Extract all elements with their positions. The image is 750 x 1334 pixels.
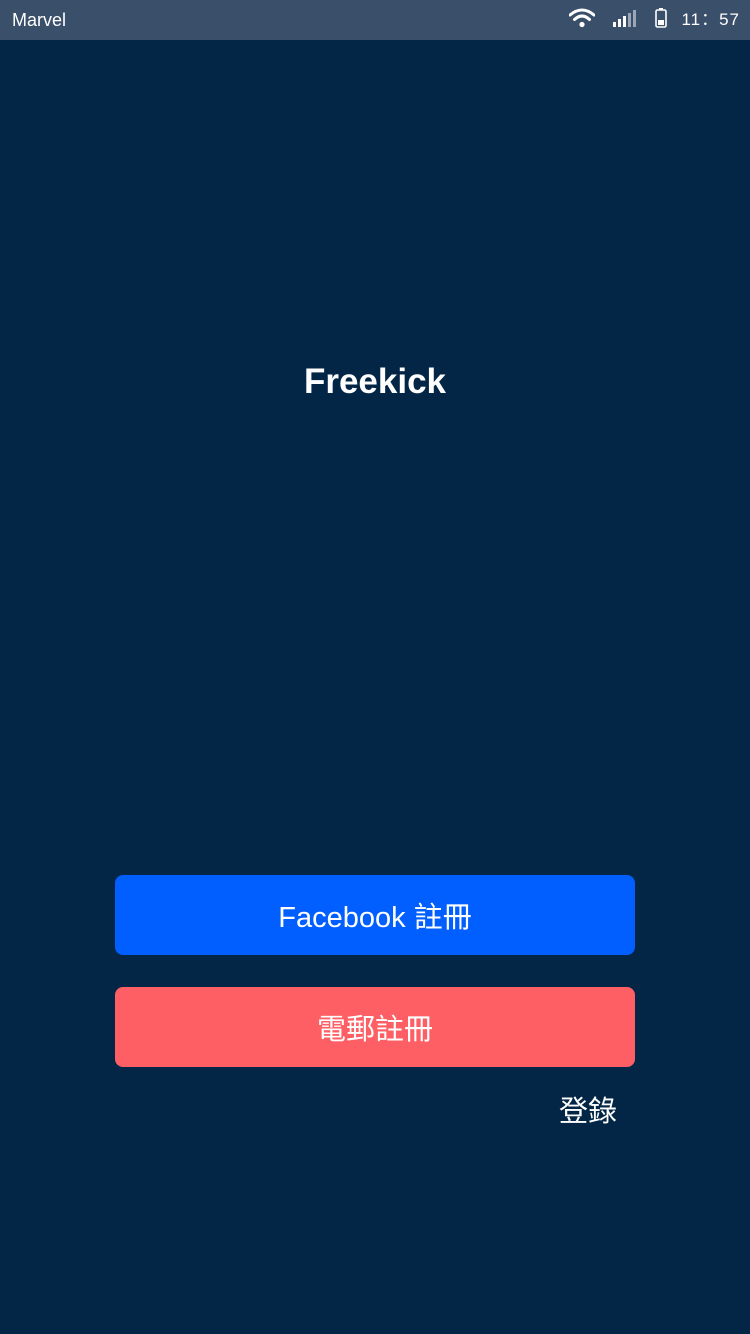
app-title: Freekick bbox=[303, 362, 447, 401]
signup-screen: Marvel 11：57 Freekick Facebook 註冊 電郵註冊 登… bbox=[0, 0, 750, 1334]
email-signup-label: 電郵註冊 bbox=[316, 1014, 433, 1046]
status-time: 11：57 bbox=[681, 10, 740, 29]
login-link[interactable]: 登錄 bbox=[540, 1092, 636, 1132]
wifi-icon bbox=[568, 8, 596, 33]
battery-icon bbox=[655, 7, 668, 33]
facebook-signup-button[interactable]: Facebook 註冊 bbox=[115, 875, 635, 955]
signal-icon bbox=[613, 9, 637, 32]
status-bar: Marvel 11：57 bbox=[0, 0, 750, 40]
email-signup-button[interactable]: 電郵註冊 bbox=[115, 987, 635, 1067]
status-icons: 11：57 bbox=[568, 0, 740, 40]
facebook-signup-label: Facebook 註冊 bbox=[278, 902, 472, 934]
carrier-name: Marvel bbox=[12, 10, 67, 30]
